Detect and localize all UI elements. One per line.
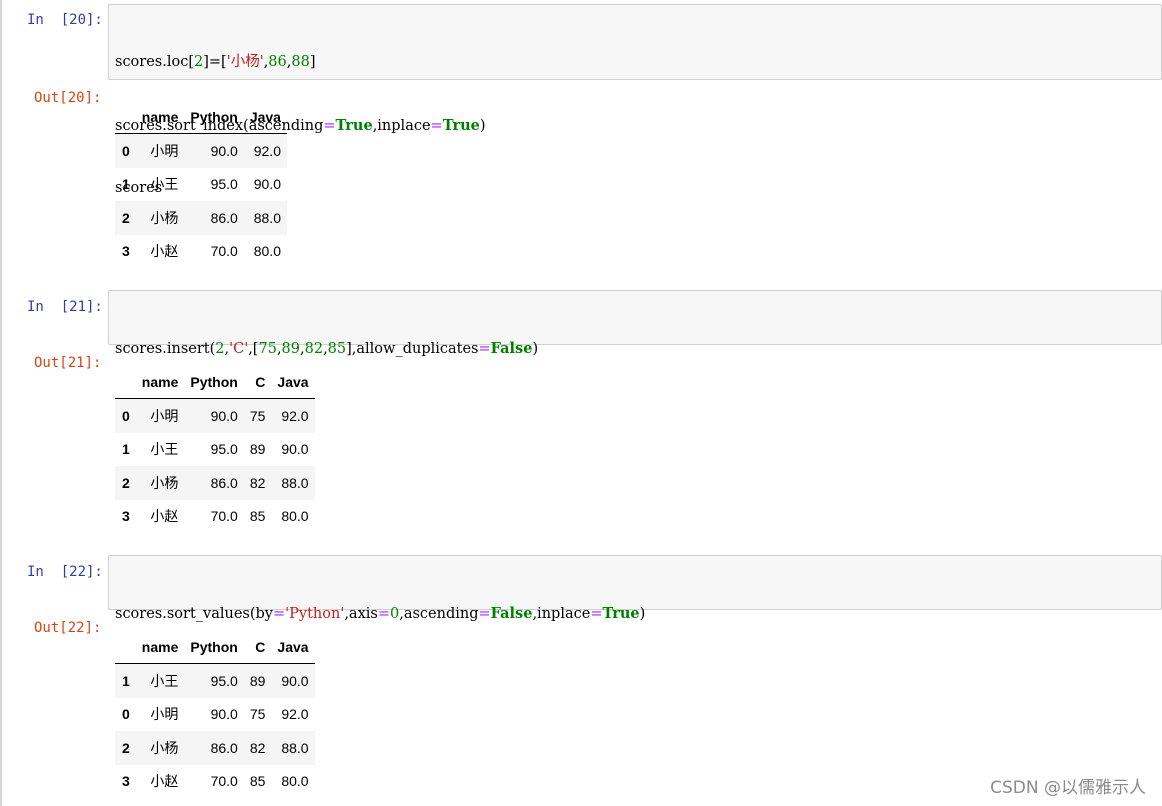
table-row: 3 小赵 70.0 80.0: [122, 243, 281, 260]
code-line: scores.insert(2,'C',[75,89,82,85],allow_…: [115, 340, 539, 357]
table-row: 1 小王 95.0 89 90.0: [122, 441, 309, 458]
code-cell-22[interactable]: scores.sort_values(by='Python',axis=0,as…: [108, 555, 1162, 684]
table-row: 1 小王 95.0 90.0: [122, 176, 281, 193]
input-prompt-20: In [20]:: [27, 12, 103, 28]
output-prompt-22: Out[22]:: [34, 620, 102, 636]
input-prompt-22: In [22]:: [27, 564, 103, 580]
code-line: scores.loc[2]=['小杨',86,88]: [115, 54, 316, 70]
table-row: 3 小赵 70.0 85 80.0: [122, 773, 309, 790]
output-prompt-21: Out[21]:: [34, 355, 102, 371]
table-row: 2 小杨 86.0 82 88.0: [115, 731, 315, 765]
table-row: 2 小杨 86.0 88.0: [115, 201, 287, 235]
code-cell-21[interactable]: scores.insert(2,'C',[75,89,82,85],allow_…: [108, 290, 1162, 419]
dataframe-output-20: name Python Java 0 小明 90.0 92.0 1 小王 95.0 90.0…: [115, 101, 287, 268]
notebook-left-border: [0, 0, 2, 806]
table-row: 1 小王 95.0 89 90.0: [115, 663, 315, 698]
table-row: 0 小明 90.0 92.0: [115, 133, 287, 168]
output-prompt-20: Out[20]:: [34, 90, 102, 106]
code-cell-20[interactable]: scores.loc[2]=['小杨',86,88] scores.sort_i…: [108, 4, 1162, 196]
table-header-row: name Python C Java: [115, 366, 315, 399]
table-header-row: name Python Java: [115, 101, 287, 134]
table-row: 0 小明 90.0 75 92.0: [122, 706, 309, 723]
table-row: 2 小杨 86.0 82 88.0: [115, 466, 315, 500]
watermark: CSDN @以儒雅示人: [990, 778, 1146, 798]
dataframe-output-22: name Python C Java 1 小王 95.0 89 90.0 0 小明 90.0…: [115, 631, 315, 798]
table-row: 3 小赵 70.0 85 80.0: [122, 508, 309, 525]
input-prompt-21: In [21]:: [27, 299, 103, 315]
code-line: scores.sort_values(by='Python',axis=0,as…: [115, 605, 646, 622]
dataframe-output-21: name Python C Java 0 小明 90.0 75 92.0 1 小王 95.0…: [115, 366, 315, 533]
table-row: 0 小明 90.0 75 92.0: [115, 398, 315, 433]
table-header-row: name Python C Java: [115, 631, 315, 664]
